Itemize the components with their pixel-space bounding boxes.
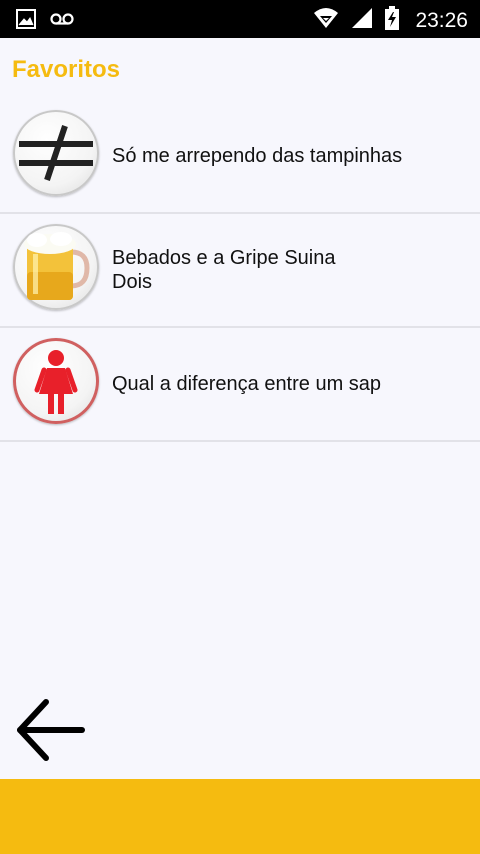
list-item[interactable]: Bebados e a Gripe Suina Dois [0, 214, 480, 328]
list-item[interactable]: Só me arrependo das tampinhas [0, 100, 480, 214]
signal-icon [351, 7, 373, 34]
voicemail-icon [50, 12, 74, 31]
battery-charging-icon [385, 6, 400, 35]
image-icon [16, 9, 36, 34]
favorites-list: Só me arrependo das tampinhas Bebados e … [0, 100, 480, 442]
clock: 23:26 [415, 8, 468, 32]
list-item[interactable]: Qual a diferença entre um sap [0, 328, 480, 442]
not-equal-icon [13, 110, 99, 196]
back-button[interactable] [14, 696, 86, 764]
arrow-left-icon [17, 699, 85, 761]
woman-icon [13, 338, 99, 424]
favorite-label: Só me arrependo das tampinhas [112, 145, 403, 167]
wifi-icon [313, 7, 339, 34]
bottom-bar [0, 779, 480, 854]
page-title: Favoritos [12, 56, 121, 83]
favorite-label: Qual a diferença entre um sap [112, 373, 382, 395]
favorite-label: Bebados e a Gripe Suina Dois [112, 247, 336, 293]
status-bar: 23:26 [0, 0, 480, 38]
beer-mug-icon [13, 224, 99, 310]
